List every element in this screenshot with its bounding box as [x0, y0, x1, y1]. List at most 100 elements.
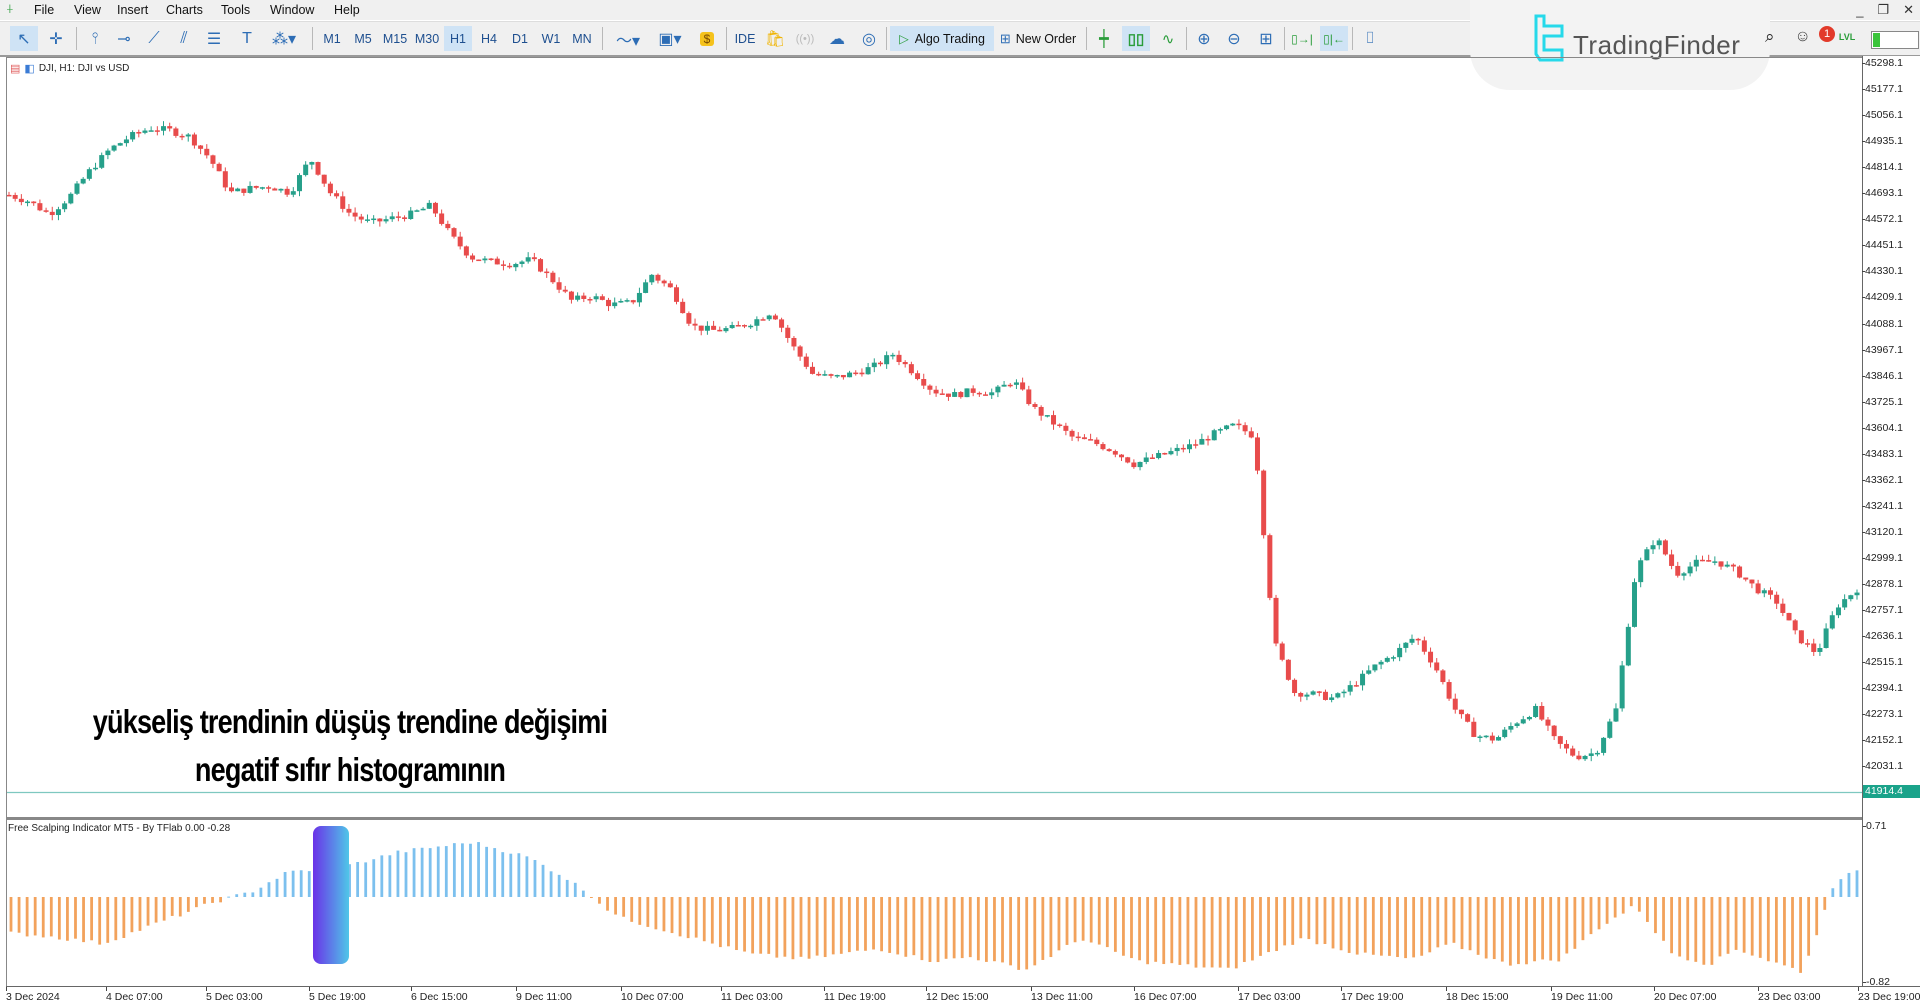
candle-body	[970, 388, 976, 393]
price-tick-label: 42636.1	[1862, 630, 1903, 643]
copy-trading-button[interactable]: ◎	[856, 26, 882, 51]
histogram-bar-negative	[646, 897, 650, 927]
horizontal-line-button[interactable]: ⊸	[110, 26, 138, 51]
timeframe-m5[interactable]: M5	[349, 26, 377, 51]
timeframe-w1[interactable]: W1	[537, 26, 565, 51]
search-icon[interactable]: ⌕	[1765, 27, 1775, 47]
fibonacci-button[interactable]: ☰	[200, 26, 228, 51]
histogram-bar-positive	[291, 870, 295, 897]
candle-body	[636, 292, 642, 303]
time-axis[interactable]: 3 Dec 2024 4 Dec 07:00 5 Dec 03:00 5 Dec 19…	[6, 986, 1920, 1007]
histogram-bar-negative	[880, 897, 884, 952]
histogram-bar-negative	[1734, 897, 1738, 950]
candle-body	[1335, 693, 1341, 698]
signals-button[interactable]: ((•))	[792, 26, 818, 51]
tile-windows-button[interactable]: ⊞	[1252, 26, 1280, 51]
chart-shift-button[interactable]: ▯|←	[1320, 26, 1348, 51]
candle-body	[1322, 691, 1328, 700]
candle-body	[364, 219, 370, 221]
histogram-bar-negative	[211, 897, 214, 903]
candle-body	[6, 194, 12, 197]
menu-charts[interactable]: Charts	[166, 3, 203, 17]
histogram-bar-negative	[654, 897, 658, 930]
price-tick-label: 44572.1	[1862, 213, 1903, 226]
zoom-out-button[interactable]: ⊖	[1220, 26, 1248, 51]
candle-body	[204, 148, 210, 156]
cursor-arrow-icon: ↖	[17, 30, 31, 48]
timeframe-d1[interactable]: D1	[506, 26, 534, 51]
candle-body	[346, 208, 352, 213]
candle-body	[1582, 755, 1588, 760]
timeframe-m1[interactable]: M1	[318, 26, 346, 51]
restore-button[interactable]: ❐	[1877, 2, 1889, 18]
price-tick-label: 44693.1	[1862, 187, 1903, 200]
menu-file[interactable]: File	[34, 3, 54, 17]
histogram-bar-negative	[1460, 897, 1464, 950]
crosshair-tool-button[interactable]: ✛	[42, 26, 70, 51]
bar-chart-button[interactable]: ┿	[1090, 26, 1118, 51]
price-axis[interactable]: 45298.1 45177.1 45056.1 44935.1 44814.1 44693…	[1862, 56, 1920, 986]
histogram-bar-negative	[993, 897, 996, 962]
candle-body	[1032, 404, 1038, 407]
close-button[interactable]: ✕	[1903, 2, 1914, 18]
indicator-pane[interactable]	[6, 820, 1863, 986]
candle-body	[1526, 717, 1532, 720]
price-tick-label: 44451.1	[1862, 239, 1903, 252]
histogram-bar-negative	[1702, 897, 1706, 965]
timeframe-h4[interactable]: H4	[475, 26, 503, 51]
menu-help[interactable]: Help	[334, 3, 360, 17]
text-tool-button[interactable]: T	[234, 26, 260, 51]
screenshot-button[interactable]: ⌷	[1356, 26, 1384, 51]
level-icon[interactable]: LVL	[1839, 32, 1855, 42]
shapes-dropdown[interactable]: ⁂▾	[264, 26, 304, 51]
algo-trading-button[interactable]: ▷ Algo Trading	[890, 26, 994, 51]
histogram-bar-negative	[1525, 897, 1528, 965]
horizontal-line-icon: ⊸	[117, 30, 131, 48]
candle-body	[80, 178, 86, 184]
candle-body	[1502, 729, 1508, 738]
candle-body	[686, 313, 692, 324]
new-order-button[interactable]: ⊞ New Order	[996, 26, 1080, 51]
timeframe-m30[interactable]: M30	[412, 26, 442, 51]
histogram-bar-negative	[1573, 897, 1577, 949]
account-icon[interactable]: ☺	[1795, 28, 1811, 46]
candle-body	[1063, 425, 1069, 431]
timeframe-mn[interactable]: MN	[568, 26, 596, 51]
trendline-button[interactable]: ⟋	[140, 26, 168, 51]
menu-insert[interactable]: Insert	[117, 3, 148, 17]
menu-window[interactable]: Window	[270, 3, 314, 17]
camera-icon: ⌷	[1365, 29, 1375, 47]
candle-body	[1805, 643, 1811, 645]
annotation-line-1: yükseliş trendinin düşüş trendine değişi…	[92, 703, 608, 740]
candlestick-chart-button[interactable]: ▯▯	[1122, 26, 1150, 51]
timeframe-h1[interactable]: H1	[444, 26, 472, 51]
candle-body	[1038, 406, 1044, 416]
menu-tools[interactable]: Tools	[221, 3, 250, 17]
zoom-in-button[interactable]: ⊕	[1190, 26, 1218, 51]
histogram-bar-negative	[1379, 897, 1383, 956]
cursor-tool-button[interactable]: ↖	[10, 26, 38, 51]
candle-body	[1607, 721, 1613, 738]
market-shop-button[interactable]: 🛍	[762, 26, 788, 51]
menu-view[interactable]: View	[74, 3, 101, 17]
minimize-button[interactable]: _	[1856, 3, 1863, 18]
candle-body	[445, 223, 451, 229]
autoscroll-button[interactable]: ▯→|	[1288, 26, 1316, 51]
channel-button[interactable]: ⫽	[170, 26, 198, 51]
candle-body	[1681, 573, 1687, 576]
histogram-bar-negative	[1710, 897, 1714, 965]
candle-body	[68, 193, 74, 204]
vertical-line-button[interactable]: ⫯	[82, 26, 108, 51]
histogram-bar-negative	[1694, 897, 1698, 962]
candle-body	[86, 169, 92, 179]
templates-dropdown[interactable]: ▣▾	[652, 26, 688, 51]
market-button[interactable]: $	[694, 26, 720, 51]
histogram-bar-negative	[17, 897, 21, 933]
timeframe-m15[interactable]: M15	[380, 26, 410, 51]
ide-button[interactable]: IDE	[730, 26, 760, 51]
histogram-bar-negative	[1194, 897, 1198, 968]
line-chart-button[interactable]: ∿	[1154, 26, 1182, 51]
vps-button[interactable]: ☁	[824, 26, 850, 51]
candle-body	[1452, 698, 1458, 710]
indicators-dropdown[interactable]: 〜▾	[610, 26, 646, 51]
